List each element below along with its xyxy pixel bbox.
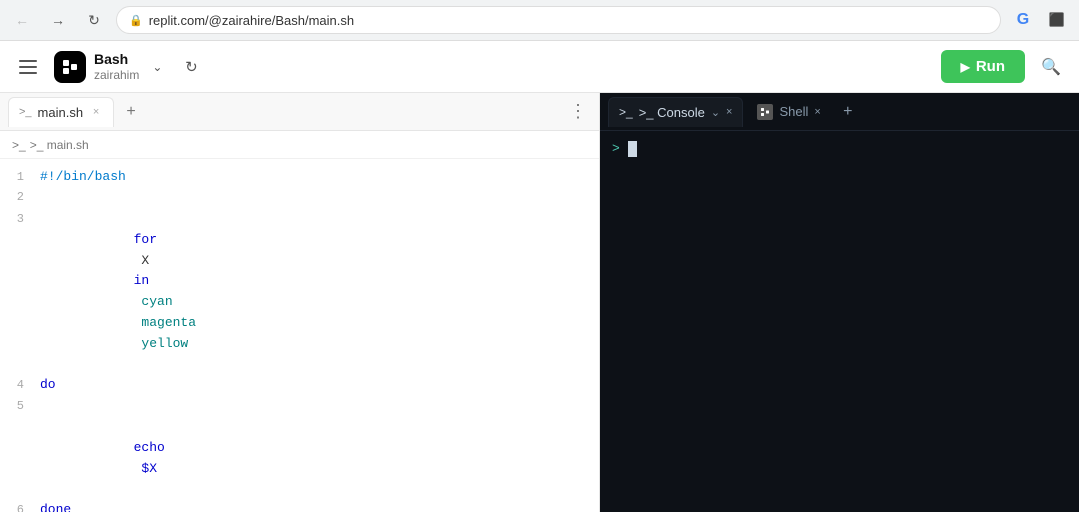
terminal-area[interactable]: > — [600, 131, 1079, 512]
search-button[interactable]: 🔍 — [1035, 51, 1067, 83]
line-number-1: 1 — [0, 168, 40, 187]
code-line-1: 1 #!/bin/bash — [0, 167, 599, 188]
line-number-2: 2 — [0, 188, 40, 207]
shell-logo-icon — [757, 104, 773, 120]
line-number-5: 5 — [0, 397, 40, 416]
top-bar-right: 🔍 — [1035, 51, 1067, 83]
browser-chrome: ← → ↻ 🔒 replit.com/@zairahire/Bash/main.… — [0, 0, 1079, 41]
indent-space — [134, 419, 150, 434]
run-button[interactable]: ▶ Run — [941, 50, 1025, 83]
editor-panel: >_ main.sh × + ⋮ >_ >_ main.sh 1 #!/bin/… — [0, 93, 600, 512]
console-dropdown-icon: ⌄ — [711, 106, 720, 119]
forward-button[interactable]: → — [44, 6, 72, 34]
app-container: Bash zairahim ⌄ ↻ ▶ Run 🔍 >_ main.sh × — [0, 41, 1079, 512]
hamburger-line-2 — [19, 66, 37, 68]
add-tab-button[interactable]: + — [118, 99, 144, 125]
code-line-5: 5 echo $X — [0, 396, 599, 500]
terminal-prompt: > — [612, 141, 620, 156]
breadcrumb-text: >_ main.sh — [30, 138, 89, 152]
console-terminal-icon: >_ — [619, 105, 633, 119]
code-cyan: cyan — [134, 294, 173, 309]
console-close-icon[interactable]: × — [726, 106, 732, 118]
code-line-4: 4 do — [0, 375, 599, 396]
replit-logo-svg — [60, 57, 80, 77]
add-right-tab-button[interactable]: + — [835, 99, 861, 125]
code-line-3: 3 for X in cyan magenta yellow — [0, 209, 599, 375]
back-button[interactable]: ← — [8, 6, 36, 34]
editor-breadcrumb: >_ >_ main.sh — [0, 131, 599, 159]
code-editor[interactable]: 1 #!/bin/bash 2 3 for X in cyan — [0, 159, 599, 512]
repl-info: Bash zairahim — [94, 51, 139, 82]
line-content-5: echo $X — [40, 396, 599, 500]
line-number-4: 4 — [0, 376, 40, 395]
address-bar[interactable]: 🔒 replit.com/@zairahire/Bash/main.sh — [116, 6, 1001, 34]
sidebar-toggle-button[interactable] — [12, 51, 44, 83]
terminal-cursor — [628, 141, 637, 157]
main-sh-tab[interactable]: >_ main.sh × — [8, 97, 114, 127]
repl-name: Bash — [94, 51, 139, 68]
kw-in: in — [134, 273, 150, 288]
console-tab-label: >_ Console — [639, 105, 705, 120]
extensions-button[interactable]: ⬛ — [1043, 6, 1071, 34]
code-dollar-x: $X — [134, 461, 157, 476]
code-magenta: magenta — [134, 315, 196, 330]
tab-label: main.sh — [38, 105, 84, 120]
right-panel: >_ >_ Console ⌄ × Shell × + > — [600, 93, 1079, 512]
browser-actions: G ⬛ — [1009, 6, 1071, 34]
hamburger-line-3 — [19, 72, 37, 74]
shell-tab-label: Shell — [779, 104, 808, 119]
line-content-1: #!/bin/bash — [40, 167, 599, 188]
play-icon: ▶ — [961, 60, 970, 74]
breadcrumb-icon: >_ — [12, 138, 26, 152]
tab-close-icon[interactable]: × — [89, 105, 103, 119]
kw-echo: echo — [134, 440, 165, 455]
console-tab[interactable]: >_ >_ Console ⌄ × — [608, 97, 743, 127]
code-yellow: yellow — [134, 336, 189, 351]
browser-toolbar: ← → ↻ 🔒 replit.com/@zairahire/Bash/main.… — [0, 0, 1079, 40]
top-bar: Bash zairahim ⌄ ↻ ▶ Run 🔍 — [0, 41, 1079, 93]
tab-menu-button[interactable]: ⋮ — [565, 99, 591, 125]
replit-logo-area: Bash zairahim ⌄ ↻ — [54, 51, 207, 83]
kw-for: for — [134, 232, 157, 247]
line-number-6: 6 — [0, 501, 40, 512]
repl-dropdown-button[interactable]: ⌄ — [147, 57, 167, 77]
run-label: Run — [976, 58, 1005, 75]
line-number-3: 3 — [0, 210, 40, 229]
line-content-4: do — [40, 375, 599, 396]
editor-tabs: >_ main.sh × + ⋮ — [0, 93, 599, 131]
main-content: >_ main.sh × + ⋮ >_ >_ main.sh 1 #!/bin/… — [0, 93, 1079, 512]
code-line-2: 2 — [0, 188, 599, 209]
url-text: replit.com/@zairahire/Bash/main.sh — [149, 13, 354, 28]
shell-close-icon[interactable]: × — [814, 106, 820, 118]
right-tabs: >_ >_ Console ⌄ × Shell × + — [600, 93, 1079, 131]
replit-logo — [54, 51, 86, 83]
repl-user: zairahim — [94, 68, 139, 82]
hamburger-line-1 — [19, 60, 37, 62]
refresh-button[interactable]: ↻ — [80, 6, 108, 34]
code-x-var: X — [134, 253, 157, 268]
lock-icon: 🔒 — [129, 14, 143, 27]
repl-refresh-button[interactable]: ↻ — [175, 51, 207, 83]
shell-tab[interactable]: Shell × — [747, 97, 830, 127]
tab-terminal-icon: >_ — [19, 106, 32, 118]
line-content-3: for X in cyan magenta yellow — [40, 209, 599, 375]
line-content-6: done — [40, 500, 599, 512]
google-button[interactable]: G — [1009, 6, 1037, 34]
code-line-6: 6 done — [0, 500, 599, 512]
